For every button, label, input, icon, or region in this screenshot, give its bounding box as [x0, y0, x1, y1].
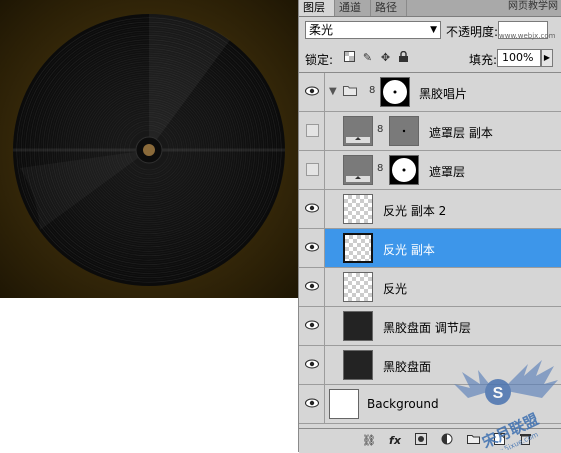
blend-mode-select[interactable]: 柔光 ▼	[305, 21, 441, 39]
eye-icon[interactable]	[305, 86, 319, 96]
layer-thumbnail	[343, 350, 373, 380]
expand-triangle-icon[interactable]: ▼	[329, 86, 337, 97]
record-label	[143, 144, 155, 156]
watermark-site: 网页教学网	[508, 1, 558, 12]
tab-paths[interactable]: 路径	[371, 0, 407, 16]
layer-name: 黑胶唱片	[419, 87, 468, 101]
lock-transparent-icon[interactable]	[343, 51, 356, 64]
layer-thumbnail	[343, 233, 373, 263]
fill-arrow-icon[interactable]: ▶	[541, 49, 553, 67]
mask-thumbnail	[389, 116, 419, 146]
layer-name-area: 反光	[325, 268, 561, 306]
layer-name-area: ▼ 8 黑胶唱片	[325, 73, 561, 111]
mask-icon[interactable]	[413, 433, 429, 449]
link-icon: 8	[377, 163, 384, 174]
visibility-cell	[299, 112, 325, 150]
link-icon[interactable]: ⛓	[361, 433, 377, 449]
eye-icon[interactable]	[305, 281, 319, 291]
visibility-cell	[299, 151, 325, 189]
canvas-preview	[0, 0, 298, 298]
layer-thumbnail	[343, 311, 373, 341]
fill-label: 填充:	[469, 53, 498, 67]
layer-name: 黑胶盘面	[383, 360, 432, 374]
visibility-cell	[299, 307, 325, 345]
visibility-cell	[299, 229, 325, 267]
layer-row-vinyl-adjust[interactable]: 黑胶盘面 调节层	[299, 307, 561, 346]
layer-thumbnail	[343, 155, 373, 185]
opacity-label: 不透明度:	[446, 25, 499, 39]
visibility-cell	[299, 73, 325, 111]
layer-name-area: 黑胶盘面 调节层	[325, 307, 561, 345]
eye-icon[interactable]	[305, 320, 319, 330]
layer-name: 反光	[383, 282, 408, 296]
visibility-cell	[299, 385, 325, 423]
link-icon: 8	[369, 85, 376, 96]
layer-name-area: 8 遮罩层	[325, 151, 561, 189]
eye-icon[interactable]	[305, 203, 319, 213]
group-mask-thumbnail	[380, 77, 410, 107]
tab-layers[interactable]: 图层	[299, 0, 335, 16]
panel-tabs: 图层 通道 路径 网页教学网	[299, 0, 561, 17]
layer-name: Background	[367, 397, 439, 411]
layer-name: 遮罩层 副本	[429, 126, 493, 140]
lock-brush-icon[interactable]: ✎	[361, 51, 374, 64]
layer-name-area: 反光 副本 2	[325, 190, 561, 228]
layer-thumbnail	[329, 389, 359, 419]
eye-icon[interactable]	[305, 359, 319, 369]
chevron-down-icon: ▼	[430, 25, 437, 35]
folder-icon	[343, 86, 357, 96]
layer-thumbnail	[343, 272, 373, 302]
layer-name-area: 8 遮罩层 副本	[325, 112, 561, 150]
layer-name-area: 反光 副本	[325, 229, 561, 267]
opacity-field[interactable]: www.webjx.com	[498, 21, 556, 40]
fill-field[interactable]: 100%	[497, 49, 541, 67]
eye-icon[interactable]	[305, 398, 319, 408]
visibility-cell	[299, 190, 325, 228]
tab-channels[interactable]: 通道	[335, 0, 371, 16]
layer-name: 反光 副本	[383, 243, 435, 257]
watermark-title: 网页教学网	[508, 1, 558, 12]
fx-icon[interactable]: fx	[387, 433, 403, 449]
svg-text:S: S	[493, 385, 504, 402]
lock-row: 锁定: ✎ ✥ 填充: 100% ▶	[299, 48, 561, 70]
layer-row-mask[interactable]: 8 遮罩层	[299, 151, 561, 190]
visibility-cell	[299, 346, 325, 384]
link-icon: 8	[377, 124, 384, 135]
layer-row-group[interactable]: ▼ 8 黑胶唱片	[299, 73, 561, 112]
watermark-url: www.webjx.com	[499, 32, 556, 40]
layer-row-reflection[interactable]: 反光	[299, 268, 561, 307]
mask-thumbnail	[389, 155, 419, 185]
blend-mode-value: 柔光	[309, 23, 334, 37]
visibility-cell	[299, 268, 325, 306]
lock-label: 锁定:	[305, 53, 334, 67]
layer-row-reflection-copy[interactable]: 反光 副本	[299, 229, 561, 268]
eye-icon[interactable]	[305, 242, 319, 252]
watermark-logo: S 宋月联盟 www.5ixue.com	[454, 360, 558, 450]
layer-name: 黑胶盘面 调节层	[383, 321, 471, 335]
layer-thumbnail	[343, 116, 373, 146]
layer-thumbnail	[343, 194, 373, 224]
visibility-toggle[interactable]	[306, 163, 319, 176]
vinyl-record	[13, 13, 285, 286]
layer-row-mask-copy[interactable]: 8 遮罩层 副本	[299, 112, 561, 151]
layer-name: 反光 副本 2	[383, 204, 447, 218]
layer-row-reflection-copy-2[interactable]: 反光 副本 2	[299, 190, 561, 229]
blend-row: 柔光 ▼ 不透明度: www.webjx.com	[299, 20, 561, 42]
layer-name: 遮罩层	[429, 165, 466, 179]
lock-move-icon[interactable]: ✥	[379, 51, 392, 64]
visibility-toggle[interactable]	[306, 124, 319, 137]
lock-all-icon[interactable]	[397, 50, 410, 64]
